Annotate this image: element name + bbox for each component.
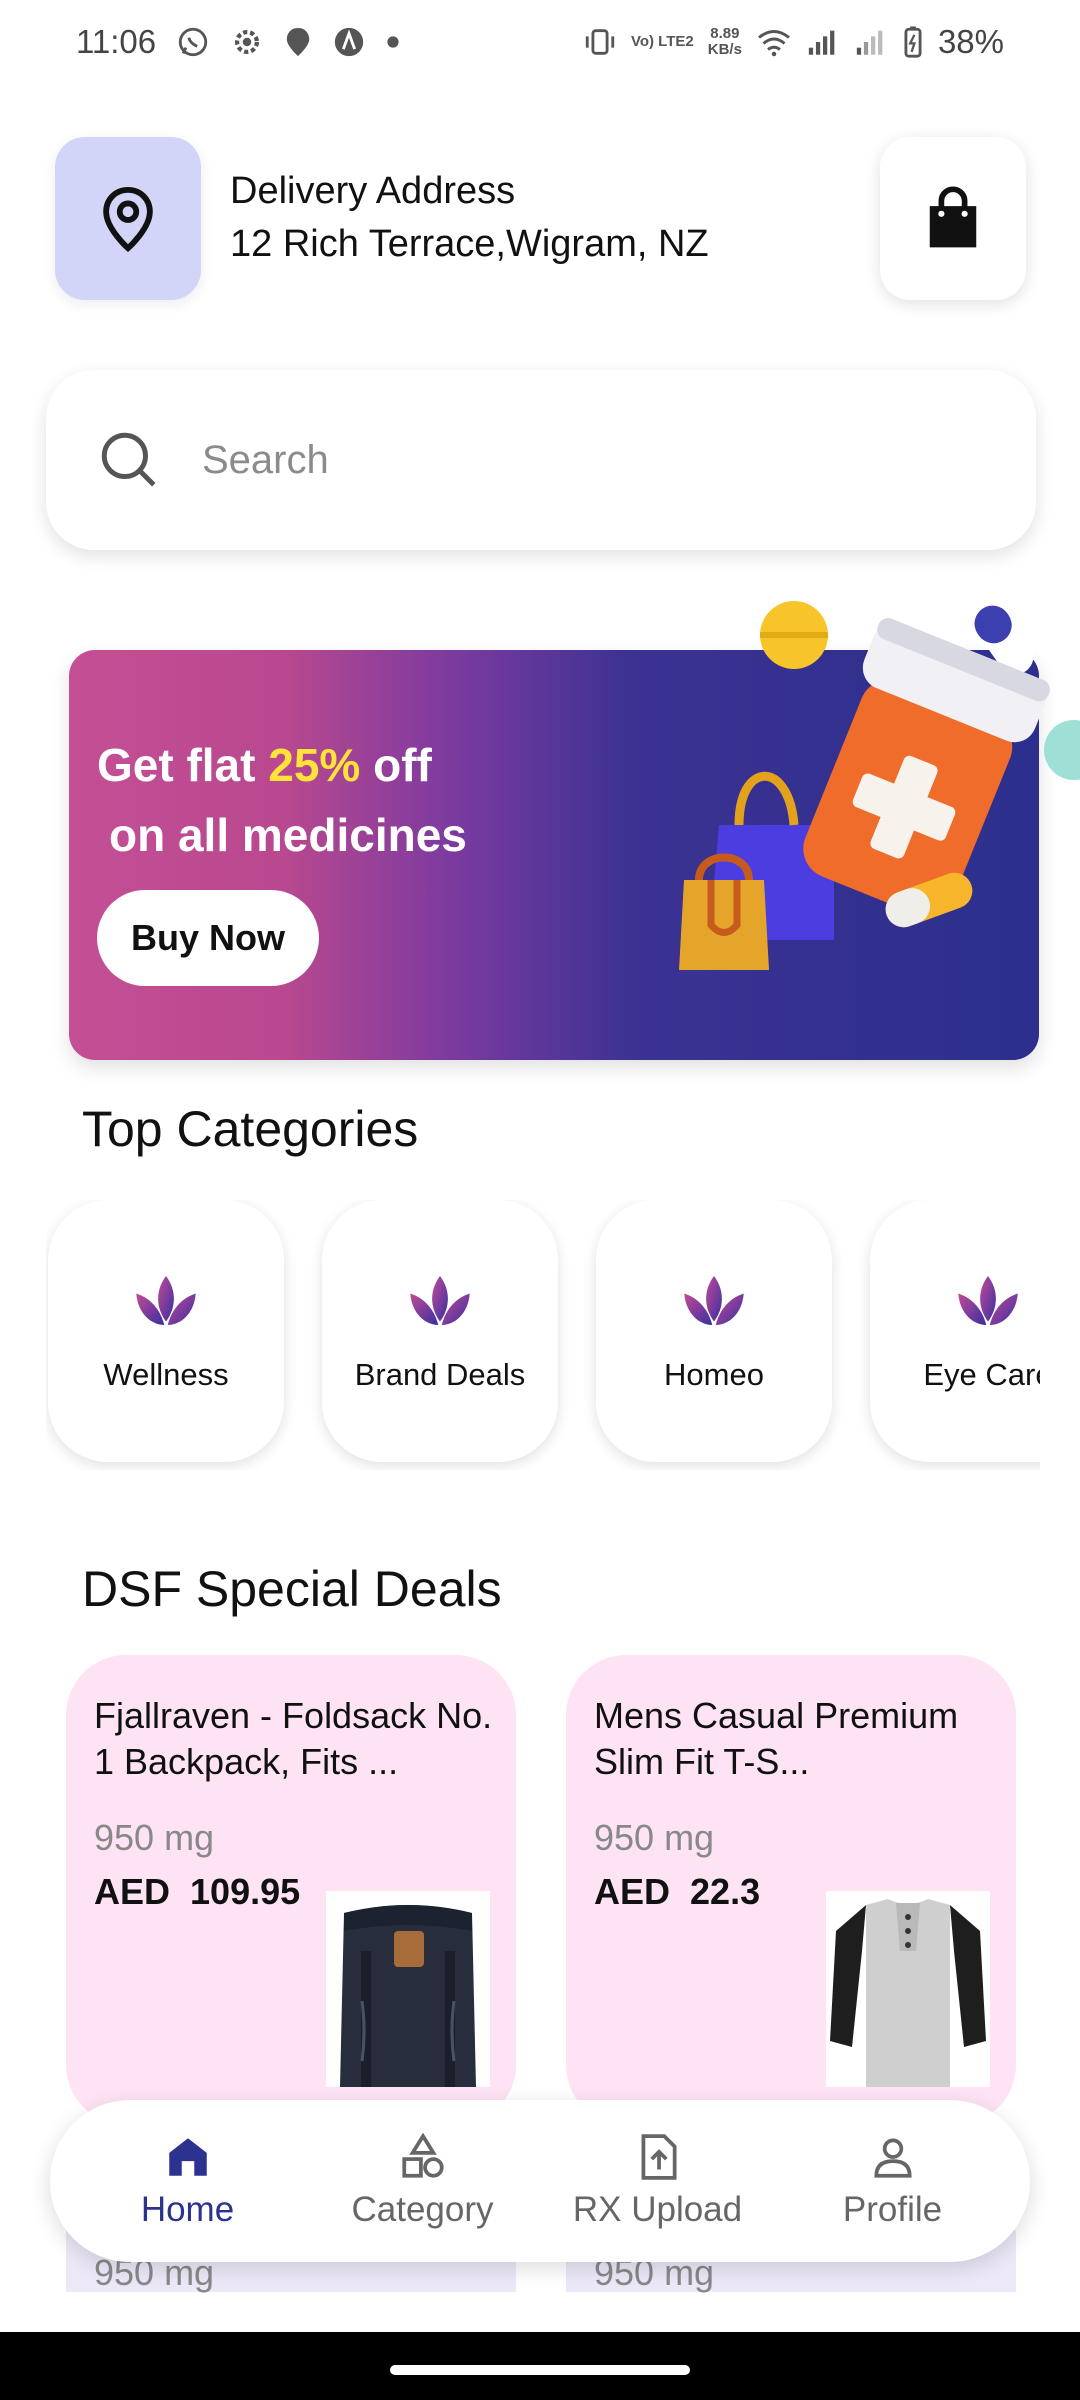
promo-banner[interactable]: Get flat 25% off on all medicines Buy No… (69, 601, 1080, 1060)
delivery-address-label: Delivery Address (230, 170, 516, 212)
categories-carousel[interactable]: Wellness Brand Deals Homeo Eye Care (46, 1200, 1040, 1470)
net-speed-value: 8.89 (710, 25, 740, 42)
bottom-navigation: Home Category RX Upload Profile (50, 2100, 1030, 2262)
navigation-a-icon (332, 25, 366, 59)
deal-price-value: 109.95 (190, 1871, 301, 1912)
location-drop-icon (284, 25, 312, 59)
file-upload-icon (641, 2134, 677, 2180)
category-label: Eye Care (923, 1357, 1040, 1392)
tshirt-image (826, 1891, 990, 2087)
deal-quantity: 950 mg (94, 1817, 215, 1858)
signal-strength-2-icon (854, 27, 888, 57)
profile-icon (873, 2138, 912, 2178)
search-icon (101, 432, 156, 487)
delivery-address-block[interactable]: Delivery Address 12 Rich Terrace,Wigram,… (230, 170, 709, 266)
net-speed: 8.89 KB/s (708, 26, 742, 58)
deal-card-tshirt[interactable]: Mens Casual Premium Slim Fit T-S... 950 … (566, 1655, 1016, 2125)
shopping-bag-icon (929, 186, 977, 247)
lotus-icon (136, 1276, 196, 1325)
status-bar: 11:06 Vo) LTE2 8.89 KB/s 38% (0, 0, 1080, 84)
nav-label: Home (140, 2190, 235, 2229)
signal-strength-icon (806, 27, 840, 57)
home-gesture-handle[interactable] (390, 2365, 690, 2375)
wifi-icon (756, 27, 792, 57)
lotus-icon (958, 1276, 1018, 1325)
nav-label: Category (351, 2190, 494, 2229)
whatsapp-icon (176, 25, 210, 59)
medicine-bottle-illustration (679, 601, 1080, 970)
nav-label: Profile (842, 2190, 943, 2229)
net-speed-unit: KB/s (707, 41, 742, 58)
settings-gear-icon (230, 25, 264, 59)
nav-category[interactable]: Category (313, 2132, 533, 2230)
category-card-brand-deals[interactable]: Brand Deals (322, 1200, 558, 1462)
category-card-wellness[interactable]: Wellness (48, 1200, 284, 1462)
banner-line1-prefix: Get flat (97, 739, 269, 791)
deal-product-name: Fjallraven - Foldsack No. 1 Backpack, Fi… (94, 1695, 493, 1782)
category-label: Brand Deals (354, 1357, 526, 1392)
category-card-homeo[interactable]: Homeo (596, 1200, 832, 1462)
top-categories-title: Top Categories (82, 1101, 419, 1157)
category-label: Homeo (664, 1357, 764, 1392)
deal-currency: AED (594, 1871, 671, 1912)
map-pin-icon (103, 186, 153, 252)
notification-dot-icon (386, 35, 400, 49)
battery-charging-icon (902, 25, 924, 59)
status-time: 11:06 (76, 23, 157, 60)
nav-rx-upload[interactable]: RX Upload (548, 2132, 768, 2230)
cart-button[interactable] (880, 137, 1026, 300)
delivery-address-value: 12 Rich Terrace,Wigram, NZ (230, 223, 709, 265)
nav-home[interactable]: Home (78, 2132, 298, 2230)
location-button[interactable] (55, 137, 201, 300)
lotus-icon (410, 1276, 470, 1325)
deal-quantity: 950 mg (594, 1817, 715, 1858)
category-label: Wellness (103, 1357, 229, 1392)
battery-percentage: 38% (937, 23, 1004, 60)
nav-label: RX Upload (572, 2190, 743, 2229)
search-input[interactable] (202, 437, 902, 483)
category-card-eye-care[interactable]: Eye Care (870, 1200, 1040, 1462)
deal-price: AED 109.95 (94, 1871, 300, 1913)
deal-currency: AED (94, 1871, 171, 1912)
category-shapes-icon (401, 2132, 444, 2178)
lotus-icon (684, 1276, 744, 1325)
deal-card-backpack[interactable]: Fjallraven - Foldsack No. 1 Backpack, Fi… (66, 1655, 516, 2125)
banner-headline: Get flat 25% off on all medicines (97, 730, 467, 870)
deal-price: AED 22.3 (594, 1871, 760, 1913)
home-icon (168, 2138, 207, 2176)
nav-profile[interactable]: Profile (783, 2132, 1003, 2230)
buy-now-button[interactable]: Buy Now (97, 890, 319, 986)
banner-line2: on all medicines (109, 809, 467, 861)
backpack-image (326, 1891, 490, 2087)
special-deals-title: DSF Special Deals (82, 1561, 502, 1617)
deal-price-value: 22.3 (690, 1871, 761, 1912)
banner-discount: 25% (268, 739, 361, 791)
banner-line1-suffix: off (360, 739, 432, 791)
volte-indicator: Vo) LTE2 (630, 33, 694, 50)
deal-product-name: Mens Casual Premium Slim Fit T-S... (594, 1695, 959, 1782)
vibrate-icon (583, 27, 617, 57)
search-bar[interactable] (46, 370, 1036, 550)
